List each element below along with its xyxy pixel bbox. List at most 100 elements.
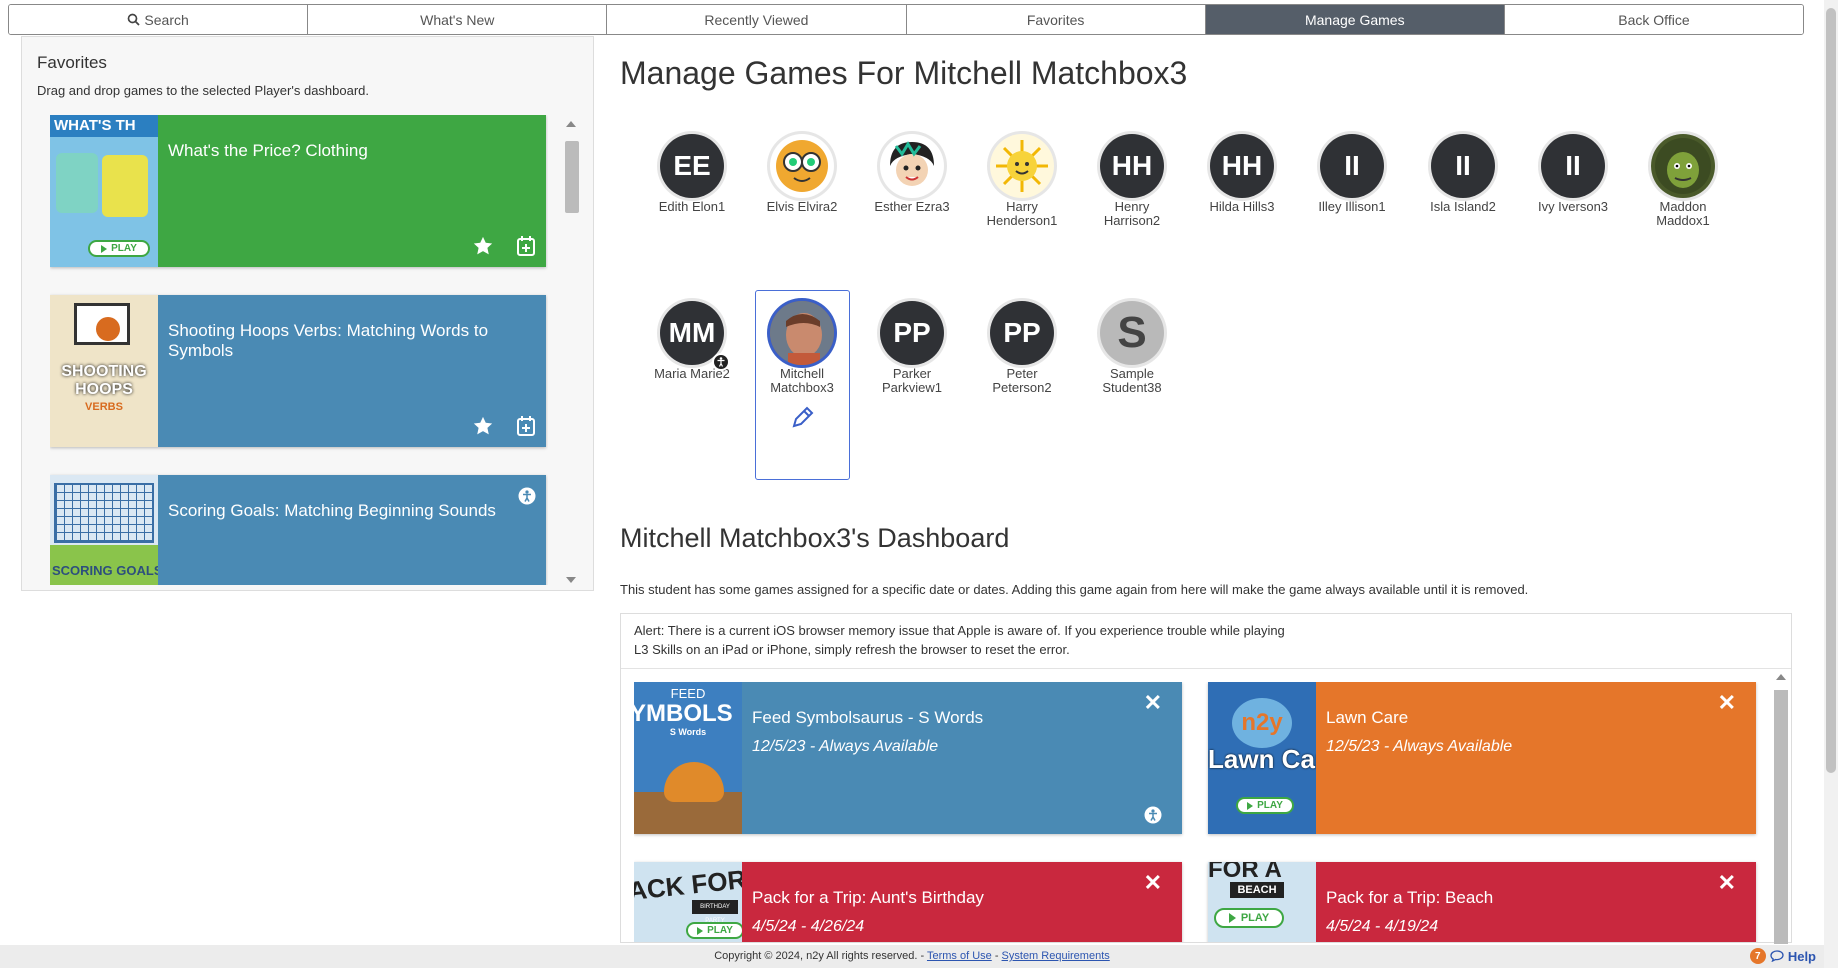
page-title: Manage Games For Mitchell Matchbox3 <box>620 55 1188 91</box>
player-isla-island2[interactable]: II Isla Island2 <box>1418 134 1508 214</box>
remove-game-button[interactable]: ✕ <box>1144 870 1162 896</box>
game-body: Feed Symbolsaurus - S Words 12/5/23 - Al… <box>742 682 1182 834</box>
accessibility-badge-icon <box>712 353 730 371</box>
star-icon[interactable] <box>472 415 494 437</box>
player-illey-illison1[interactable]: II Illey Illison1 <box>1307 134 1397 214</box>
avatar: PP <box>880 301 944 365</box>
dashboard-game-card[interactable]: FOR A BEACH PLAY Pack for a Trip: Beach … <box>1208 862 1756 942</box>
player-ivy-iverson3[interactable]: II Ivy Iverson3 <box>1528 134 1618 214</box>
scroll-up-arrow[interactable] <box>1776 674 1786 680</box>
owl-avatar-icon <box>776 140 828 192</box>
tab-search[interactable]: Search <box>9 5 309 34</box>
game-date: 4/5/24 - 4/19/24 <box>1326 918 1439 935</box>
play-button[interactable]: PLAY <box>686 922 742 939</box>
page-scroll-thumb[interactable] <box>1826 8 1836 773</box>
system-requirements-link[interactable]: System Requirements <box>1002 950 1110 962</box>
tab-whats-new[interactable]: What's New <box>308 5 608 34</box>
game-title: Scoring Goals: Matching Beginning Sounds <box>168 501 496 520</box>
game-title: Pack for a Trip: Aunt's Birthday <box>752 888 984 907</box>
play-button[interactable]: PLAY <box>88 240 150 257</box>
favorites-scrollbar[interactable] <box>563 121 579 583</box>
jacket-shape <box>102 155 148 217</box>
thumb-big: YMBOLS <box>634 700 733 727</box>
play-button[interactable]: PLAY <box>1214 908 1284 928</box>
alert-message: Alert: There is a current iOS browser me… <box>621 614 1791 669</box>
player-maddon-maddox1[interactable]: Maddon Maddox1 <box>1638 134 1728 228</box>
avatar <box>1651 134 1715 198</box>
tab-recently-viewed[interactable]: Recently Viewed <box>607 5 907 34</box>
help-button[interactable]: 7 Help <box>1749 948 1816 964</box>
dashboard-games: FEED YMBOLS S Words Feed Symbolsaurus - … <box>634 682 1774 942</box>
dashboard-game-card[interactable]: FEED YMBOLS S Words Feed Symbolsaurus - … <box>634 682 1182 834</box>
goal-net-shape <box>54 483 154 543</box>
player-maria-marie2[interactable]: MM Maria Marie2 <box>647 301 737 381</box>
player-peter-peterson2[interactable]: PP Peter Peterson2 <box>977 301 1067 395</box>
star-icon[interactable] <box>472 235 494 257</box>
tab-favorites[interactable]: Favorites <box>906 5 1206 34</box>
avatar: II <box>1320 134 1384 198</box>
tab-back-office[interactable]: Back Office <box>1504 5 1803 34</box>
avatar <box>990 134 1054 198</box>
tab-label: Recently Viewed <box>704 11 809 28</box>
pencil-edit-icon[interactable] <box>789 405 815 431</box>
player-henry-harrison2[interactable]: HH Henry Harrison2 <box>1087 134 1177 228</box>
shirt-shape <box>56 153 98 213</box>
avatar-initials: MM <box>668 317 716 348</box>
thumb-sub: S Words <box>669 727 707 737</box>
page-scrollbar[interactable] <box>1824 0 1838 968</box>
player-elvis-elvira2[interactable]: Elvis Elvira2 <box>757 134 847 214</box>
player-name: Maddon Maddox1 <box>1656 199 1710 228</box>
player-harry-henderson1[interactable]: Harry Henderson1 <box>977 134 1067 228</box>
dashboard-panel: Alert: There is a current iOS browser me… <box>620 613 1792 944</box>
game-thumbnail: WHAT'S TH PLAY <box>50 115 158 267</box>
player-sample-student38[interactable]: S Sample Student38 <box>1087 301 1177 395</box>
calendar-add-icon[interactable] <box>516 235 536 257</box>
game-thumbnail: ACK FOR BIRTHDAY PARTY PLAY <box>634 862 742 942</box>
game-date: 12/5/23 - Always Available <box>1326 738 1513 755</box>
avatar: MM <box>660 301 730 371</box>
favorite-game-card[interactable]: SCORING GOALS Scoring Goals: Matching Be… <box>50 475 546 585</box>
game-body: Pack for a Trip: Beach 4/5/24 - 4/19/24 … <box>1316 862 1756 942</box>
scroll-thumb[interactable] <box>565 141 579 213</box>
play-button[interactable]: PLAY <box>1236 797 1294 814</box>
play-label: PLAY <box>111 243 137 254</box>
favorites-list: WHAT'S TH PLAY What's the Price? Clothin… <box>50 115 548 585</box>
favorite-game-card[interactable]: SHOOTING HOOPS VERBS Shooting Hoops Verb… <box>50 295 546 447</box>
girl-avatar-icon <box>884 138 940 194</box>
scroll-up-arrow[interactable] <box>566 121 576 127</box>
top-nav: Search What's New Recently Viewed Favori… <box>8 4 1804 35</box>
dashboard-game-card[interactable]: ACK FOR BIRTHDAY PARTY PLAY Pack for a T… <box>634 862 1182 942</box>
player-esther-ezra3[interactable]: Esther Ezra3 <box>867 134 957 214</box>
player-hilda-hills3[interactable]: HH Hilda Hills3 <box>1197 134 1287 214</box>
remove-game-button[interactable]: ✕ <box>1144 690 1162 716</box>
player-name: Ivy Iverson3 <box>1537 199 1609 214</box>
terms-of-use-link[interactable]: Terms of Use <box>927 950 992 962</box>
dashboard-note: This student has some games assigned for… <box>620 582 1529 597</box>
scroll-down-arrow[interactable] <box>566 577 576 583</box>
goblin-avatar-icon <box>1655 138 1711 194</box>
player-mitchell-matchbox3[interactable]: Mitchell Matchbox3 <box>757 301 847 436</box>
avatar: HH <box>1210 134 1274 198</box>
player-name: Isla Island2 <box>1430 199 1496 214</box>
avatar: HH <box>1100 134 1164 198</box>
game-thumbnail: n2y Lawn Car PLAY <box>1208 682 1316 834</box>
accessibility-icon <box>518 487 536 505</box>
favorites-title: Favorites <box>37 53 107 72</box>
remove-game-button[interactable]: ✕ <box>1718 690 1736 716</box>
dashboard-game-card[interactable]: n2y Lawn Car PLAY Lawn Care 12/5/23 - Al… <box>1208 682 1756 834</box>
scroll-thumb[interactable] <box>1774 690 1788 944</box>
remove-game-button[interactable]: ✕ <box>1718 870 1736 896</box>
favorite-game-card[interactable]: WHAT'S TH PLAY What's the Price? Clothin… <box>50 115 546 267</box>
favorites-subtitle: Drag and drop games to the selected Play… <box>37 83 370 98</box>
player-name: Esther Ezra3 <box>874 199 950 214</box>
player-name: Henry Harrison2 <box>1103 199 1161 228</box>
avatar <box>770 301 834 365</box>
game-actions <box>472 415 536 437</box>
photo-avatar-icon <box>770 301 834 365</box>
player-parker-parkview1[interactable]: PP Parker Parkview1 <box>867 301 957 395</box>
tab-manage-games[interactable]: Manage Games <box>1205 5 1505 34</box>
calendar-add-icon[interactable] <box>516 415 536 437</box>
accessibility-icon <box>1144 806 1162 824</box>
dashboard-scrollbar[interactable] <box>1774 674 1788 944</box>
player-edith-elon1[interactable]: EE Edith Elon1 <box>647 134 737 214</box>
